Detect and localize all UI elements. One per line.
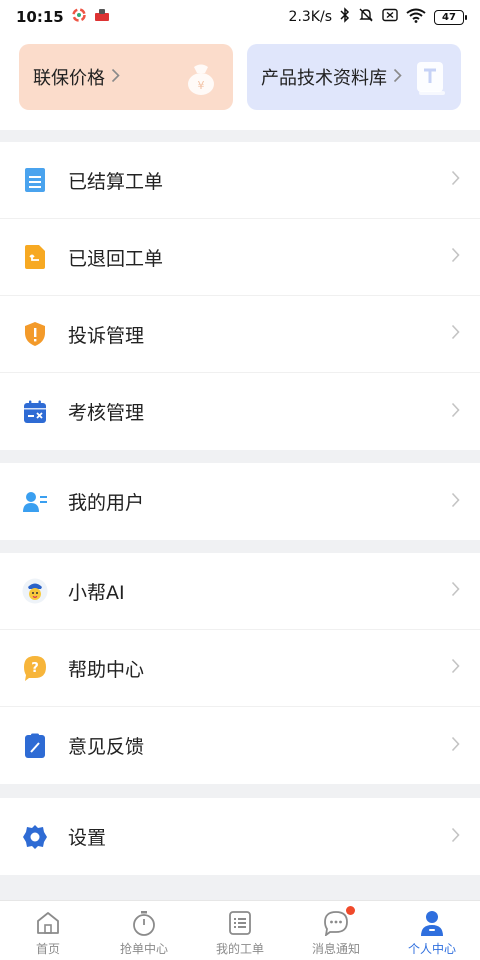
- chevron-right-icon: [451, 581, 460, 601]
- menu-group-users: 我的用户: [0, 463, 480, 540]
- status-time: 10:15: [16, 8, 64, 26]
- menu-label: 设置: [68, 827, 107, 849]
- menu-settled-orders[interactable]: 已结算工单: [0, 142, 480, 219]
- chevron-right-icon: [111, 67, 120, 88]
- menu-help-center[interactable]: ? 帮助中心: [0, 630, 480, 707]
- calendar-icon: [22, 399, 48, 425]
- menu-assessment[interactable]: 考核管理: [0, 373, 480, 450]
- chevron-right-icon: [393, 67, 402, 88]
- robot-avatar-icon: [22, 578, 48, 604]
- app-notification-icon: [72, 8, 86, 26]
- battery-indicator: 47: [434, 9, 467, 25]
- tab-home[interactable]: 首页: [0, 901, 96, 960]
- menu-returned-orders[interactable]: 已退回工单: [0, 219, 480, 296]
- feedback-icon: [22, 733, 48, 759]
- svg-text:¥: ¥: [198, 79, 205, 92]
- unread-badge-dot: [346, 906, 355, 915]
- tab-my-orders[interactable]: 我的工单: [192, 901, 288, 960]
- network-speed: 2.3K/s: [288, 9, 332, 25]
- status-right: 2.3K/s 47: [288, 7, 467, 27]
- mute-bell-icon: [358, 7, 374, 27]
- help-bubble-icon: ?: [22, 655, 48, 681]
- shield-alert-icon: [22, 321, 48, 347]
- menu-settings[interactable]: 设置: [0, 798, 480, 875]
- menu-group-settings: 设置: [0, 798, 480, 875]
- tab-label: 我的工单: [215, 942, 264, 956]
- chevron-right-icon: [451, 736, 460, 756]
- chevron-right-icon: [451, 170, 460, 190]
- tech-library-label: 产品技术资料库: [261, 68, 387, 89]
- menu-label: 已结算工单: [68, 170, 164, 193]
- user-card-icon: [22, 489, 48, 515]
- menu-xiaobang-ai[interactable]: 小帮AI: [0, 553, 480, 630]
- menu-complaints[interactable]: 投诉管理: [0, 296, 480, 373]
- chat-icon: [323, 906, 355, 937]
- money-bag-icon: ¥: [181, 58, 221, 103]
- list-icon: [228, 909, 252, 937]
- warranty-price-label: 联保价格: [33, 68, 105, 89]
- chevron-right-icon: [451, 492, 460, 512]
- status-left: 10:15: [16, 8, 110, 26]
- gear-icon: [22, 824, 48, 850]
- tech-library-card[interactable]: 产品技术资料库: [247, 44, 461, 110]
- screen: 10:15 2.3K/s 47 联保价格 ¥ 产品技术资料库 已结算工单 已退回…: [0, 0, 480, 960]
- svg-text:?: ?: [31, 661, 39, 676]
- tab-grab-orders[interactable]: 抢单中心: [96, 901, 192, 960]
- menu-my-users[interactable]: 我的用户: [0, 463, 480, 540]
- menu-label: 考核管理: [68, 402, 145, 424]
- wifi-icon: [406, 8, 426, 27]
- return-icon: [22, 244, 48, 270]
- tab-messages[interactable]: 消息通知: [288, 901, 384, 960]
- warranty-price-card[interactable]: 联保价格 ¥: [19, 44, 233, 110]
- menu-label: 小帮AI: [68, 581, 125, 604]
- chevron-right-icon: [451, 402, 460, 422]
- tab-personal-center[interactable]: 个人中心: [384, 901, 480, 960]
- status-bar: 10:15 2.3K/s 47: [0, 0, 480, 34]
- tab-label: 抢单中心: [119, 942, 168, 956]
- bluetooth-icon: [340, 7, 350, 27]
- document-icon: [22, 167, 48, 193]
- menu-group-support: 小帮AI ? 帮助中心 意见反馈: [0, 553, 480, 784]
- menu-label: 我的用户: [68, 492, 145, 514]
- tab-label: 首页: [35, 942, 60, 956]
- tab-label: 个人中心: [407, 942, 456, 956]
- sim-off-icon: [382, 8, 398, 26]
- menu-label: 意见反馈: [68, 736, 145, 758]
- chevron-right-icon: [451, 658, 460, 678]
- app-badge-icon: [94, 8, 110, 26]
- chevron-right-icon: [451, 247, 460, 267]
- stopwatch-icon: [131, 909, 157, 937]
- person-icon: [419, 909, 445, 937]
- chevron-right-icon: [451, 324, 460, 344]
- book-icon: [413, 58, 449, 103]
- quick-cards-area: 联保价格 ¥ 产品技术资料库: [0, 34, 480, 130]
- menu-label: 投诉管理: [68, 324, 145, 347]
- bottom-tab-bar: 首页 抢单中心 我的工单 消息通知 个人中心: [0, 900, 480, 960]
- home-icon: [35, 909, 61, 937]
- menu-group-orders: 已结算工单 已退回工单 投诉管理 考核管理: [0, 142, 480, 450]
- tab-label: 消息通知: [311, 942, 360, 956]
- chevron-right-icon: [451, 827, 460, 847]
- menu-feedback[interactable]: 意见反馈: [0, 707, 480, 784]
- menu-label: 已退回工单: [68, 247, 164, 270]
- menu-label: 帮助中心: [68, 658, 145, 681]
